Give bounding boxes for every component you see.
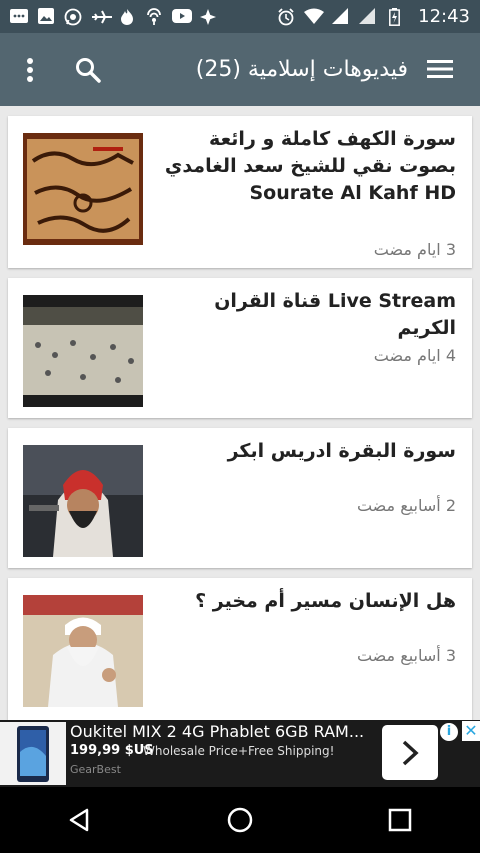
clock: 12:43	[418, 6, 470, 27]
airplane-icon	[91, 8, 112, 26]
video-list: سورة الكهف كاملة و رائعة بصوت نقي للشيخ …	[0, 106, 480, 720]
back-icon[interactable]	[50, 790, 110, 850]
app-bar: فيديوهات إسلامية (25)	[0, 33, 480, 106]
video-title[interactable]: هل الإنسان مسير أم مخير ؟	[156, 588, 456, 615]
video-thumbnail[interactable]	[23, 595, 143, 707]
ad-banner[interactable]: Oukitel MIX 2 4G Phablet 6GB RAM... 199,…	[0, 720, 480, 787]
signal-icon	[358, 7, 376, 26]
apps-icon	[199, 8, 217, 26]
video-thumbnail[interactable]	[23, 133, 143, 245]
alarm-icon	[277, 7, 295, 26]
whatsapp-icon	[64, 8, 82, 26]
ad-description: Wholesale Price+Free Shipping!	[143, 744, 335, 758]
menu-icon[interactable]	[414, 43, 466, 95]
ad-close-icon[interactable]: ✕	[462, 721, 480, 741]
video-card[interactable]: Live Stream قناة القران الكريم 4 ايام مض…	[8, 278, 472, 418]
wifi-icon	[304, 8, 325, 26]
location-icon	[145, 7, 163, 26]
video-card[interactable]: هل الإنسان مسير أم مخير ؟ 3 أسابيع مضت	[8, 578, 472, 720]
chevron-right-icon	[402, 740, 419, 765]
battery-icon	[385, 7, 403, 26]
search-icon[interactable]	[62, 44, 114, 96]
video-thumbnail[interactable]	[23, 445, 143, 557]
video-title[interactable]: Live Stream قناة القران الكريم	[156, 288, 456, 342]
more-options-icon[interactable]	[4, 44, 56, 96]
video-title[interactable]: سورة الكهف كاملة و رائعة بصوت نقي للشيخ …	[156, 126, 456, 207]
ad-image[interactable]	[0, 722, 66, 785]
recents-icon[interactable]	[370, 790, 430, 850]
ad-title[interactable]: Oukitel MIX 2 4G Phablet 6GB RAM...	[70, 722, 364, 741]
video-timestamp: 2 أسابيع مضت	[356, 496, 456, 515]
youtube-icon	[172, 8, 192, 26]
ad-info-icon[interactable]: i	[440, 723, 458, 741]
status-bar: 12:43	[0, 0, 480, 33]
fire-icon	[118, 8, 136, 26]
ad-price: 199,99 $US	[70, 743, 154, 758]
video-thumbnail[interactable]	[23, 295, 143, 407]
page-title: فيديوهات إسلامية (25)	[195, 57, 408, 82]
video-card[interactable]: سورة الكهف كاملة و رائعة بصوت نقي للشيخ …	[8, 116, 472, 268]
signal-icon	[331, 7, 349, 26]
video-timestamp: 3 ايام مضت	[373, 240, 456, 259]
ad-open-button[interactable]	[382, 725, 438, 780]
ad-brand: GearBest	[70, 763, 121, 776]
video-title[interactable]: سورة البقرة ادريس ابكر	[156, 438, 456, 465]
video-timestamp: 4 ايام مضت	[373, 346, 456, 365]
home-icon[interactable]	[210, 790, 270, 850]
system-nav-bar	[0, 787, 480, 853]
message-icon	[10, 8, 28, 26]
video-card[interactable]: سورة البقرة ادريس ابكر 2 أسابيع مضت	[8, 428, 472, 568]
image-icon	[37, 7, 55, 26]
video-timestamp: 3 أسابيع مضت	[356, 646, 456, 665]
